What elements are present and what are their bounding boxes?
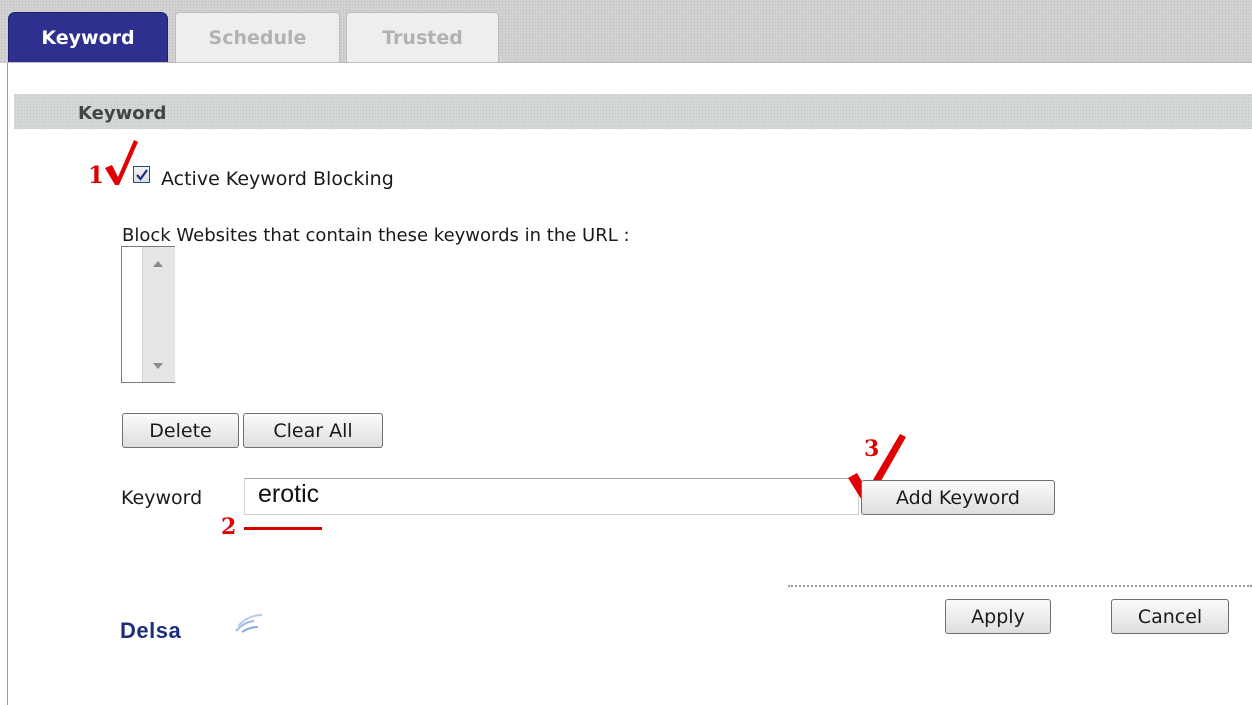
apply-button[interactable]: Apply xyxy=(945,599,1051,634)
annotation-underline xyxy=(244,527,322,530)
delsa-logo: Delsa xyxy=(120,612,280,643)
section-header: Keyword xyxy=(14,94,1252,129)
section-title: Keyword xyxy=(78,103,167,124)
scroll-up-arrow-icon[interactable] xyxy=(153,261,163,267)
wifi-waves-icon xyxy=(235,614,263,633)
clear-all-button[interactable]: Clear All xyxy=(243,413,383,448)
add-keyword-button[interactable]: Add Keyword xyxy=(861,480,1055,515)
logo-text: Delsa xyxy=(120,618,182,643)
tab-trusted[interactable]: Trusted xyxy=(346,12,499,63)
delete-button[interactable]: Delete xyxy=(122,413,239,448)
cancel-button[interactable]: Cancel xyxy=(1111,599,1229,634)
keyword-label: Keyword xyxy=(121,487,203,509)
tab-keyword[interactable]: Keyword xyxy=(8,12,168,63)
active-keyword-blocking-checkbox[interactable] xyxy=(133,166,150,183)
active-keyword-blocking-label: Active Keyword Blocking xyxy=(161,168,394,190)
block-websites-label: Block Websites that contain these keywor… xyxy=(122,225,630,246)
list-scrollbar[interactable] xyxy=(142,247,175,382)
scroll-down-arrow-icon[interactable] xyxy=(153,363,163,369)
keyword-list[interactable] xyxy=(121,246,175,383)
checkmark-icon xyxy=(136,169,148,181)
content-border xyxy=(7,63,8,705)
tab-bar: Keyword Schedule Trusted xyxy=(0,0,1252,63)
tab-divider xyxy=(8,62,1252,63)
dotted-separator xyxy=(788,585,1252,587)
keyword-input[interactable] xyxy=(244,478,859,515)
tab-schedule[interactable]: Schedule xyxy=(175,12,340,63)
annotation-step-2: 2 xyxy=(221,514,237,540)
